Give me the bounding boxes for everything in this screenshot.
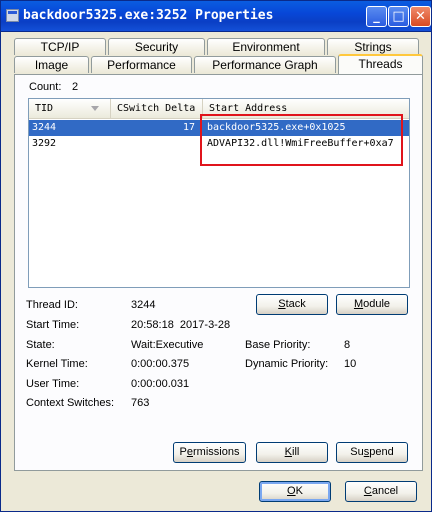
user-time-label: User Time:	[26, 378, 80, 390]
context-switches-label: Context Switches:	[26, 397, 115, 409]
start-time-value: 20:58:18 2017-3-28	[131, 319, 231, 331]
column-tid[interactable]: TID	[29, 99, 111, 118]
stack-button[interactable]: Stack	[256, 294, 328, 315]
module-button[interactable]: Module	[336, 294, 408, 315]
close-button[interactable]: ✕	[410, 6, 431, 27]
state-value: Wait:Executive	[131, 339, 204, 351]
context-switches-value: 763	[131, 397, 150, 409]
properties-window: backdoor5325.exe:3252 Properties _ □ ✕ T…	[0, 0, 432, 512]
permissions-button[interactable]: Permissions	[173, 442, 246, 463]
kernel-time-value: 0:00:00.375	[131, 358, 190, 370]
count-label: Count:	[29, 81, 62, 93]
thread-cswitch: 17	[182, 122, 195, 133]
tab-strings[interactable]: Strings	[327, 38, 419, 55]
kill-button[interactable]: Kill	[256, 442, 328, 463]
start-time-label: Start Time:	[26, 319, 80, 331]
suspend-button[interactable]: Suspend	[336, 442, 408, 463]
tab-tcpip[interactable]: TCP/IP	[14, 38, 106, 55]
tab-performance-graph[interactable]: Performance Graph	[194, 56, 336, 73]
thread-tid: 3292	[32, 138, 57, 149]
window-title: backdoor5325.exe:3252 Properties	[23, 8, 274, 23]
tab-environment[interactable]: Environment	[207, 38, 325, 55]
minimize-button[interactable]: _	[366, 6, 387, 27]
user-time-value: 0:00:00.031	[131, 378, 190, 390]
dynamic-priority-value: 10	[344, 358, 357, 370]
title-bar[interactable]: backdoor5325.exe:3252 Properties _ □ ✕	[1, 1, 431, 32]
thread-id-label: Thread ID:	[26, 299, 78, 311]
column-cswitch-delta[interactable]: CSwitch Delta	[111, 99, 203, 118]
dynamic-priority-label: Dynamic Priority:	[245, 358, 329, 370]
count-value: 2	[72, 81, 79, 93]
ok-button[interactable]: OK	[259, 481, 331, 502]
annotation-highlight-box	[200, 114, 403, 166]
maximize-button[interactable]: □	[388, 6, 409, 27]
tab-threads[interactable]: Threads	[338, 54, 423, 74]
thread-id-value: 3244	[131, 299, 156, 311]
tab-performance[interactable]: Performance	[91, 56, 192, 73]
kernel-time-label: Kernel Time:	[26, 358, 88, 370]
cancel-button[interactable]: Cancel	[345, 481, 417, 502]
sort-arrow-icon	[91, 106, 99, 111]
thread-tid: 3244	[32, 122, 57, 133]
base-priority-value: 8	[344, 339, 351, 351]
state-label: State:	[26, 339, 55, 351]
tab-image[interactable]: Image	[14, 56, 89, 73]
base-priority-label: Base Priority:	[245, 339, 311, 351]
app-icon	[6, 9, 19, 22]
tab-security[interactable]: Security	[108, 38, 205, 55]
